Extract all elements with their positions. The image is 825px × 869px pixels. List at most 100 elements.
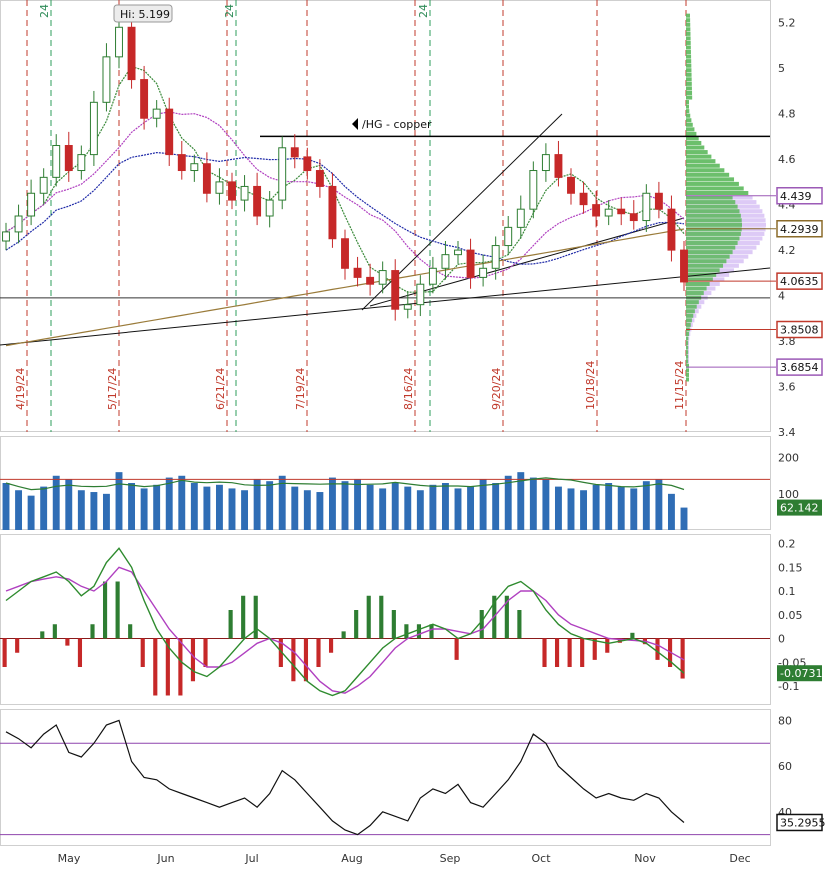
- macd-tick-label: 0.2: [778, 538, 796, 551]
- volume-profile-bar: [686, 172, 730, 177]
- macd-histogram-bar: [391, 610, 396, 639]
- macd-histogram-bar: [592, 638, 597, 660]
- volume-bar: [379, 488, 387, 530]
- candle-body: [592, 204, 601, 217]
- candle-body: [202, 163, 211, 194]
- macd-histogram-bar: [241, 595, 246, 639]
- candle-body: [240, 185, 249, 201]
- volume-bar: [567, 488, 575, 530]
- candle-body: [77, 154, 86, 172]
- volume-profile-bar: [686, 145, 705, 150]
- title-arrow-icon: [352, 118, 358, 130]
- candle-body: [215, 181, 224, 194]
- volume-bar: [554, 486, 562, 530]
- volume-profile-bar: [686, 122, 693, 127]
- volume-profile-bar: [686, 150, 708, 155]
- volume-bar: [303, 490, 311, 530]
- candle-body: [341, 238, 349, 269]
- chart-title: /HG - copper: [362, 118, 432, 131]
- candle-body: [290, 147, 299, 158]
- candle-body: [479, 267, 488, 278]
- candle-body: [64, 145, 73, 172]
- volume-profile-bar: [686, 209, 740, 214]
- volume-profile-bar: [686, 336, 689, 341]
- volume-bar: [140, 488, 148, 530]
- candle-body: [391, 270, 400, 310]
- volume-bar: [40, 486, 48, 530]
- volume-bar: [454, 488, 462, 530]
- candle-body: [554, 154, 563, 178]
- volume-profile-bar: [686, 331, 689, 337]
- macd-histogram-bar: [630, 632, 635, 639]
- volume-profile-bar: [686, 200, 736, 205]
- volume-bar: [153, 484, 161, 530]
- volume-bar: [2, 483, 10, 530]
- volume-profile-bar: [686, 268, 720, 273]
- candle-body: [428, 267, 437, 285]
- candle-body: [177, 154, 186, 172]
- volume-profile-bar: [686, 377, 689, 382]
- volume-bar: [617, 486, 625, 530]
- volume-profile-bar: [686, 291, 704, 296]
- month-label: Oct: [531, 852, 551, 865]
- hi-label: Hi: 5.199: [120, 8, 170, 21]
- volume-bar: [316, 492, 324, 530]
- macd-histogram-bar: [178, 638, 183, 696]
- volume-profile-bar: [686, 159, 716, 164]
- macd-histogram-bar: [102, 581, 108, 639]
- candle-body: [529, 170, 538, 210]
- volume-profile-bar: [686, 281, 710, 286]
- price-tick-label: 5.2: [778, 17, 796, 30]
- price-tick-label: 3.6: [778, 381, 796, 394]
- candle-body: [52, 145, 61, 178]
- volume-profile-bar: [686, 50, 691, 55]
- cycle-date-label: 8/16/24: [402, 368, 415, 410]
- candle-body: [253, 185, 262, 217]
- volume-bar: [630, 488, 638, 530]
- chart-canvas: 4/19/24 5/17/24 6/21/24 7/19/24 8/16/24 9/20/…: [0, 0, 825, 865]
- volume-bar: [504, 475, 512, 530]
- volume-profile-bar: [686, 127, 695, 132]
- volume-bar: [215, 484, 223, 530]
- volume-bar: [128, 483, 136, 530]
- candle-body: [454, 249, 462, 256]
- volume-profile-bar: [686, 318, 692, 323]
- candle-body: [102, 56, 111, 103]
- macd-histogram-bar: [379, 595, 384, 639]
- volume-profile-bar: [686, 259, 727, 264]
- candle-body: [115, 26, 123, 58]
- volume-profile-bar: [686, 254, 730, 259]
- volume-profile-bar: [686, 90, 693, 95]
- candle-body: [617, 208, 626, 215]
- macd-histogram-bar: [291, 638, 296, 682]
- volume-profile-bar: [686, 163, 720, 168]
- price-tick-label: 4: [778, 290, 785, 303]
- volume-profile-bar: [686, 22, 691, 27]
- macd-histogram-bar: [316, 638, 321, 667]
- volume-profile-bar: [686, 72, 692, 77]
- volume-profile-bar: [686, 245, 736, 250]
- volume-bar: [391, 483, 399, 530]
- macd-histogram-bar: [228, 610, 233, 639]
- month-label: Dec: [729, 852, 750, 865]
- macd-histogram-bar: [580, 638, 585, 667]
- volume-bar: [341, 481, 349, 530]
- volume-bar: [203, 486, 211, 530]
- volume-profile-bar: [686, 250, 733, 255]
- candle-body: [441, 254, 450, 269]
- volume-bar: [90, 492, 98, 530]
- candle-body: [604, 208, 613, 217]
- volume-bar: [77, 490, 85, 530]
- volume-bar: [27, 495, 35, 530]
- macd-histogram-bar: [2, 638, 7, 667]
- cycle-date-label: 9/20/24: [490, 368, 503, 410]
- volume-profile-bar: [686, 231, 741, 236]
- volume-bar: [291, 486, 299, 530]
- macd-histogram-bar: [90, 624, 95, 639]
- candle-body: [89, 101, 98, 156]
- volume-profile-bar: [686, 309, 695, 314]
- volume-bar: [479, 479, 487, 530]
- volume-bar: [228, 488, 236, 530]
- volume-bar: [253, 479, 261, 530]
- volume-profile-bar: [686, 313, 694, 318]
